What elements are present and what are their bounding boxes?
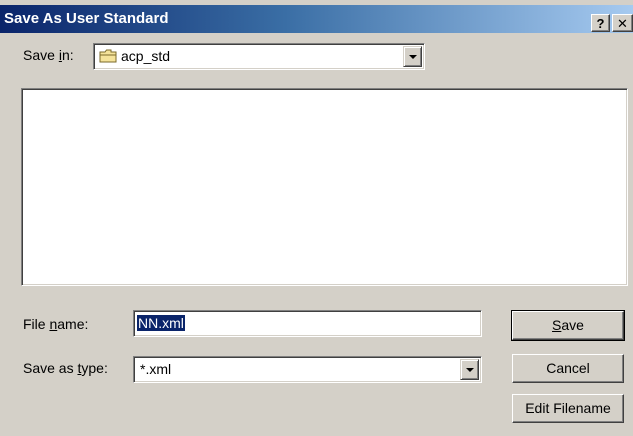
save-as-type-label: Save as type: — [23, 360, 108, 376]
file-list[interactable] — [21, 88, 628, 286]
file-name-value: NN.xml — [137, 315, 185, 331]
chevron-down-icon — [465, 367, 474, 372]
dialog-title: Save As User Standard — [4, 10, 169, 27]
help-icon: ? — [596, 16, 605, 31]
title-bar[interactable]: Save As User Standard ? ✕ — [0, 5, 633, 33]
file-name-input[interactable]: NN.xml — [133, 310, 482, 337]
help-button[interactable]: ? — [591, 14, 610, 32]
save-in-label: Save in: — [23, 47, 74, 63]
save-in-dropdown[interactable]: acp_std — [93, 43, 425, 70]
chevron-down-icon — [408, 54, 417, 59]
save-button[interactable]: Save — [511, 310, 625, 341]
folder-icon — [99, 49, 117, 63]
cancel-button[interactable]: Cancel — [512, 354, 624, 383]
close-icon: ✕ — [617, 16, 628, 31]
save-as-type-dropdown-button[interactable] — [460, 359, 479, 380]
save-as-type-value: *.xml — [140, 361, 172, 377]
file-name-label: File name: — [23, 316, 89, 332]
save-as-dialog: Save As User Standard ? ✕ Save in: acp_s… — [0, 0, 633, 436]
save-in-dropdown-button[interactable] — [403, 46, 422, 67]
save-as-type-dropdown[interactable]: *.xml — [133, 356, 482, 383]
save-in-value: acp_std — [121, 48, 171, 64]
edit-filename-button[interactable]: Edit Filename — [512, 394, 624, 423]
close-button[interactable]: ✕ — [612, 14, 633, 32]
